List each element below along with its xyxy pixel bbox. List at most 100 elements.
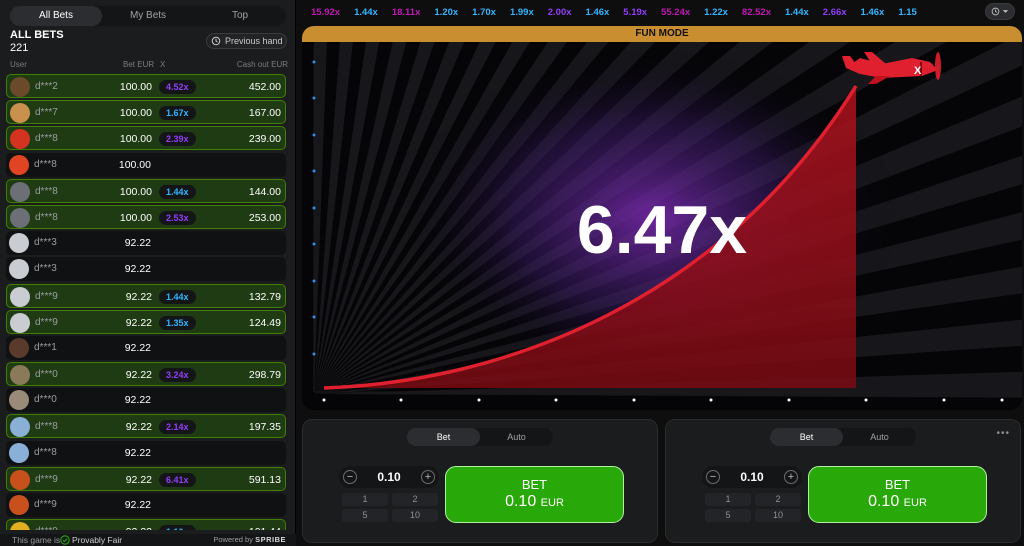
- bet-button-amount: 0.10 EUR: [446, 493, 623, 511]
- history-multiplier[interactable]: 5.19x: [616, 7, 654, 18]
- cashout-multiplier: 2.14x: [159, 420, 196, 435]
- history-multiplier[interactable]: 1.22x: [697, 7, 735, 18]
- history-toggle-button[interactable]: [985, 3, 1015, 20]
- tab-all-bets[interactable]: All Bets: [10, 6, 102, 26]
- shield-check-icon: [60, 535, 70, 545]
- bets-list: d***2 100.00 4.52x 452.00 d***7 100.00 1…: [6, 74, 286, 530]
- quick-amount-button[interactable]: 5: [705, 509, 751, 522]
- bet-user: d***1: [34, 341, 57, 353]
- history-multiplier[interactable]: 1.44x: [347, 7, 385, 18]
- bet-user: d***8: [34, 158, 57, 170]
- bet-row: d***8 100.00: [6, 152, 286, 177]
- tab-top[interactable]: Top: [194, 6, 286, 26]
- cashout-multiplier: 2.53x: [159, 210, 196, 225]
- bet-amount: 100.00: [119, 81, 152, 93]
- history-multiplier[interactable]: 18.11x: [385, 7, 428, 18]
- cashout-multiplier: 6.41x: [159, 472, 196, 487]
- tab-my-bets[interactable]: My Bets: [102, 6, 194, 26]
- cashout-amount: 101.44: [249, 526, 281, 530]
- user-avatar: [10, 103, 30, 124]
- col-cashout: Cash out EUR: [236, 60, 288, 69]
- bet-amount: 92.22: [124, 446, 151, 459]
- tab-bet[interactable]: Bet: [407, 428, 480, 446]
- bet-user: d***2: [35, 81, 58, 92]
- bet-amount: 100.00: [119, 185, 152, 198]
- cashout-amount: 167.00: [248, 107, 281, 120]
- tab-auto[interactable]: Auto: [480, 428, 553, 446]
- bet-row: d***9 92.22 1.35x 124.49: [6, 309, 286, 334]
- bet-user: d***3: [34, 263, 57, 275]
- tab-bet[interactable]: Bet: [770, 428, 843, 446]
- history-multiplier[interactable]: 1.99x: [503, 7, 541, 18]
- history-multiplier[interactable]: 55.24x: [654, 7, 697, 18]
- user-avatar: [9, 233, 29, 254]
- stepper-box: − 0.10 +: [702, 466, 802, 488]
- cashout-amount: 253.00: [248, 211, 281, 224]
- history-multiplier[interactable]: 1.70x: [465, 7, 503, 18]
- history-multiplier[interactable]: 2.66x: [816, 7, 854, 18]
- cashout-amount: 132.79: [248, 290, 281, 303]
- history-multiplier[interactable]: 1.20x: [427, 7, 465, 18]
- bet-row: d***0 92.22: [6, 388, 286, 413]
- history-multiplier[interactable]: 1.15: [891, 7, 924, 18]
- quick-amount-button[interactable]: 1: [705, 493, 751, 506]
- bet-row: d***8 100.00 2.39x 239.00: [6, 126, 286, 151]
- cashout-multiplier: 3.24x: [159, 368, 196, 383]
- user-avatar: [10, 417, 30, 438]
- cashout-amount: 144.00: [248, 185, 281, 198]
- bet-amount: 92.22: [124, 237, 151, 250]
- bet-row: d***9 92.22: [6, 493, 286, 517]
- bet-amount: 92.22: [107, 526, 152, 530]
- svg-text:X: X: [914, 65, 922, 77]
- history-multiplier[interactable]: 1.46x: [854, 7, 892, 18]
- quick-amount-button[interactable]: 2: [755, 493, 801, 506]
- history-multiplier[interactable]: 15.92x: [304, 7, 347, 18]
- quick-amount-button[interactable]: 10: [755, 509, 801, 522]
- bet-row: d***9 92.22 1.44x 132.79: [6, 283, 286, 308]
- bet-button-value: 0.10: [505, 493, 537, 510]
- bet-panel: Bet Auto ••• − 0.10 + 1 2 5 10 BET 0.10 …: [665, 419, 1021, 543]
- user-avatar: [9, 259, 29, 280]
- previous-hand-button[interactable]: Previous hand: [206, 33, 287, 49]
- quick-amount-button[interactable]: 2: [392, 493, 438, 506]
- more-options-button[interactable]: •••: [996, 428, 1010, 439]
- tab-auto[interactable]: Auto: [843, 428, 916, 446]
- bet-row: d***7 100.00 1.67x 167.00: [6, 100, 286, 125]
- bets-table-header: User Bet EUR X Cash out EUR: [10, 60, 288, 70]
- bet-user: d***0: [34, 394, 57, 406]
- history-multiplier[interactable]: 82.52x: [735, 7, 778, 18]
- bet-amount: 92.22: [125, 473, 152, 486]
- bet-amount-stepper: − 0.10 + 1 2 5 10: [702, 466, 802, 522]
- bet-button[interactable]: BET 0.10 EUR: [445, 466, 624, 523]
- increase-button[interactable]: +: [421, 470, 435, 484]
- user-avatar: [9, 337, 29, 358]
- cashout-multiplier: 4.52x: [159, 80, 196, 94]
- bet-amount: 92.22: [125, 421, 152, 434]
- cashout-multiplier: 1.67x: [159, 106, 196, 121]
- user-avatar: [10, 77, 30, 97]
- bet-button-value: 0.10: [868, 493, 900, 510]
- col-bet: Bet EUR: [123, 60, 155, 69]
- cashout-amount: 197.35: [248, 421, 281, 434]
- history-multiplier[interactable]: 1.46x: [579, 7, 617, 18]
- bet-user: d***3: [34, 237, 57, 249]
- cashout-amount: 452.00: [248, 81, 281, 93]
- user-avatar: [10, 207, 30, 228]
- history-multiplier[interactable]: 1.44x: [778, 7, 816, 18]
- bet-amount: 92.22: [124, 499, 151, 511]
- history-multiplier[interactable]: 2.00x: [541, 7, 579, 18]
- bet-button-currency: EUR: [540, 497, 564, 509]
- quick-amount-button[interactable]: 5: [342, 509, 388, 522]
- bet-row: d***2 100.00 4.52x 452.00: [6, 74, 286, 98]
- bet-amount: 92.22: [124, 341, 151, 354]
- quick-amount-button[interactable]: 10: [392, 509, 438, 522]
- quick-amount-button[interactable]: 1: [342, 493, 388, 506]
- bet-row: d***8 92.22: [6, 440, 286, 465]
- bet-user: d***9: [35, 526, 58, 530]
- bet-button[interactable]: BET 0.10 EUR: [808, 466, 987, 523]
- increase-button[interactable]: +: [784, 470, 798, 484]
- bet-user: d***8: [35, 185, 58, 197]
- provably-fair-link[interactable]: Provably Fair: [60, 535, 122, 545]
- bet-user: d***9: [35, 473, 58, 485]
- bet-row: d***9 92.22 6.41x 591.13: [6, 466, 286, 491]
